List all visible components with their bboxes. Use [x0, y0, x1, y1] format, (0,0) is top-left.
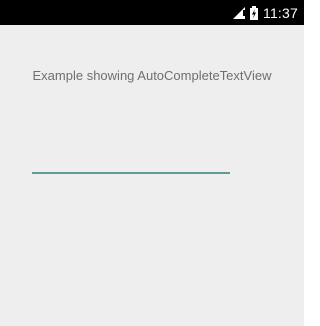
app-screen: 11:37 Example showing AutoCompleteTextVi…	[0, 0, 304, 326]
battery-charging-icon	[250, 5, 258, 20]
status-clock: 11:37	[263, 4, 298, 21]
screen-edge	[315, 0, 320, 326]
page-heading: Example showing AutoCompleteTextView	[32, 68, 272, 83]
signal-icon	[233, 6, 245, 19]
autocomplete-input[interactable]	[32, 140, 230, 174]
status-bar: 11:37	[0, 0, 304, 25]
status-icons: 11:37	[233, 0, 298, 25]
